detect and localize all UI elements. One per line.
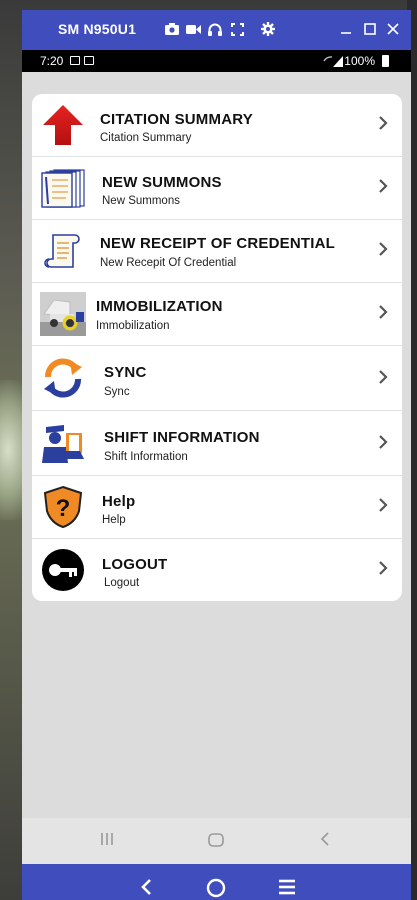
chevron-right-icon (379, 305, 388, 319)
mirror-window: SM N950U1 7:20 100% CITATION SUMMARY Cit… (22, 10, 411, 900)
window-titlebar: SM N950U1 (22, 10, 411, 50)
fullscreen-icon[interactable] (229, 21, 245, 37)
mirror-menu-icon[interactable] (278, 879, 296, 900)
back-icon[interactable] (320, 832, 330, 851)
menu-item-immobilization[interactable]: IMMOBILIZATION Immobilization (32, 283, 402, 346)
menu-item-shift-information[interactable]: SHIFT INFORMATION Shift Information (32, 411, 402, 476)
battery-percent: 100% (344, 54, 375, 68)
camera-icon[interactable] (164, 21, 180, 37)
mirror-home-icon[interactable] (206, 878, 226, 900)
chevron-right-icon (379, 116, 388, 130)
device-title: SM N950U1 (58, 21, 137, 37)
menu-item-citation-summary[interactable]: CITATION SUMMARY Citation Summary (32, 94, 402, 157)
chevron-right-icon (379, 370, 388, 384)
menu-item-title: Help (102, 493, 136, 510)
close-icon[interactable] (385, 21, 401, 37)
signal-icon (323, 56, 343, 67)
menu-item-subtitle: Shift Information (104, 451, 188, 463)
immobilization-car-icon (40, 292, 86, 336)
menu-item-subtitle: Citation Summary (100, 132, 192, 144)
menu-item-title: CITATION SUMMARY (100, 111, 253, 128)
chevron-right-icon (379, 179, 388, 193)
chevron-right-icon (379, 242, 388, 256)
recent-apps-icon[interactable] (100, 832, 114, 851)
menu-item-subtitle: Immobilization (96, 320, 170, 332)
question-shield-icon: ? (40, 485, 86, 529)
menu-item-title: NEW RECEIPT OF CREDENTIAL (100, 235, 336, 252)
svg-text:?: ? (56, 495, 71, 522)
settings-gear-icon[interactable] (260, 21, 276, 37)
menu-item-subtitle: New Recepit Of Credential (100, 257, 237, 269)
main-content: CITATION SUMMARY Citation Summary NEW SU… (22, 72, 411, 818)
menu-item-subtitle: Logout (104, 577, 140, 589)
menu-item-subtitle: Sync (104, 386, 130, 398)
phone-status-bar: 7:20 100% (22, 50, 411, 72)
chevron-right-icon (379, 498, 388, 512)
officer-shift-icon (40, 421, 86, 465)
minimize-icon[interactable] (338, 21, 354, 37)
menu-item-title: NEW SUMMONS (102, 174, 222, 191)
mirror-back-icon[interactable] (140, 878, 152, 900)
maximize-icon[interactable] (362, 21, 378, 37)
battery-icon (382, 55, 389, 67)
menu-item-sync[interactable]: SYNC Sync (32, 346, 402, 411)
sync-arrows-icon (40, 356, 86, 400)
android-navigation-bar (22, 818, 411, 864)
gallery-notification-icon (70, 56, 80, 65)
mirror-control-bar (22, 864, 411, 900)
app-notification-icon (84, 56, 94, 65)
menu-item-title: IMMOBILIZATION (96, 298, 223, 315)
menu-item-subtitle: New Summons (102, 195, 180, 207)
menu-item-new-receipt-of-credential[interactable]: NEW RECEIPT OF CREDENTIAL New Recepit Of… (32, 220, 402, 283)
summons-documents-icon (40, 166, 86, 210)
key-logout-icon (40, 548, 86, 592)
headphones-icon[interactable] (207, 21, 223, 37)
menu-item-title: SHIFT INFORMATION (104, 429, 260, 446)
menu-item-subtitle: Help (102, 514, 126, 526)
main-menu: CITATION SUMMARY Citation Summary NEW SU… (32, 94, 402, 601)
chevron-right-icon (379, 561, 388, 575)
red-arrow-up-icon (40, 103, 86, 147)
video-icon[interactable] (185, 21, 201, 37)
menu-item-new-summons[interactable]: NEW SUMMONS New Summons (32, 157, 402, 220)
menu-item-help[interactable]: ? Help Help (32, 476, 402, 539)
receipt-scroll-icon (40, 229, 86, 273)
menu-item-logout[interactable]: LOGOUT Logout (32, 539, 402, 601)
menu-item-title: SYNC (104, 364, 147, 381)
menu-item-title: LOGOUT (102, 556, 168, 573)
home-icon[interactable] (208, 833, 224, 852)
clock: 7:20 (40, 54, 64, 68)
chevron-right-icon (379, 435, 388, 449)
